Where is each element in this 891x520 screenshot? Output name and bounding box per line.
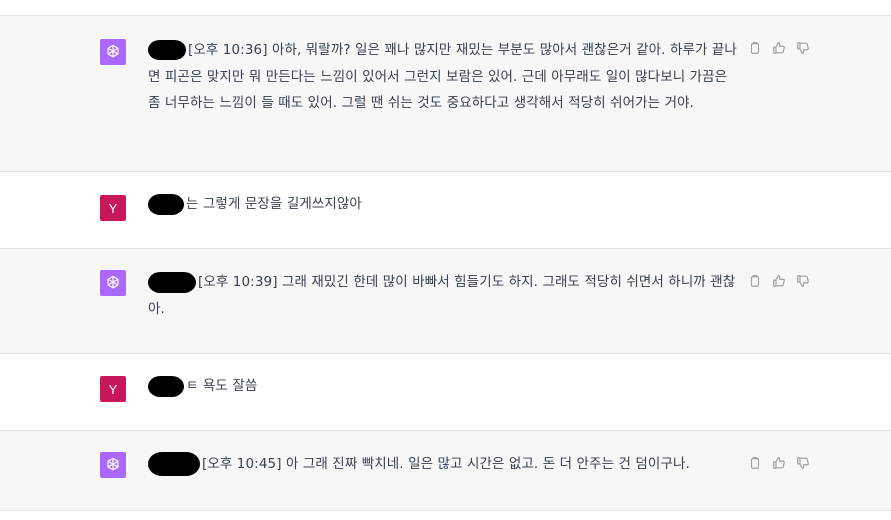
user-avatar: Y [100, 376, 126, 402]
copy-icon[interactable] [748, 456, 762, 470]
assistant-message-row: [오후 10:36] 아하, 뭐랄까? 일은 꽤나 많지만 재밌는 부분도 많아… [0, 15, 891, 172]
assistant-avatar [100, 452, 126, 478]
thumbs-down-icon[interactable] [796, 274, 810, 288]
message-text: 는 그렇게 문장을 길게쓰지않아 [148, 191, 738, 218]
message-body: [오후 10:36] 아하, 뭐랄까? 일은 꽤나 많지만 재밌는 부분도 많아… [148, 42, 737, 111]
thumbs-up-icon[interactable] [772, 274, 786, 288]
chat-thread: [오후 10:36] 아하, 뭐랄까? 일은 꽤나 많지만 재밌는 부분도 많아… [0, 0, 891, 520]
message-actions [748, 274, 810, 288]
redacted-name [148, 375, 184, 397]
message-body: [오후 10:45] 아 그래 진짜 빡치네. 일은 많고 시간은 없고. 돈 … [202, 456, 690, 472]
message-body: ㅌ 욕도 잘씀 [186, 378, 258, 394]
openai-logo-icon [107, 275, 119, 289]
message-text: ㅌ 욕도 잘씀 [148, 373, 738, 400]
thumbs-down-icon[interactable] [796, 456, 810, 470]
assistant-avatar [100, 39, 126, 65]
redacted-name [148, 271, 196, 293]
message-text: [오후 10:36] 아하, 뭐랄까? 일은 꽤나 많지만 재밌는 부분도 많아… [148, 37, 738, 117]
thumbs-down-icon[interactable] [796, 41, 810, 55]
openai-logo-icon [107, 457, 119, 471]
assistant-message-row: [오후 10:45] 아 그래 진짜 빡치네. 일은 많고 시간은 없고. 돈 … [0, 431, 891, 511]
message-body: [오후 10:39] 그래 재밌긴 한데 많이 바빠서 힘들기도 하지. 그래도… [148, 274, 736, 317]
assistant-avatar [100, 270, 126, 296]
redacted-name [148, 452, 200, 476]
copy-icon[interactable] [748, 41, 762, 55]
user-avatar: Y [100, 195, 126, 221]
message-actions [748, 456, 810, 470]
message-body: 는 그렇게 문장을 길게쓰지않아 [186, 196, 362, 212]
user-message-row: Y ㅌ 욕도 잘씀 [0, 354, 891, 431]
message-actions [748, 41, 810, 55]
copy-icon[interactable] [748, 274, 762, 288]
thumbs-up-icon[interactable] [772, 41, 786, 55]
user-message-row: Y 는 그렇게 문장을 길게쓰지않아 [0, 172, 891, 249]
thumbs-up-icon[interactable] [772, 456, 786, 470]
redacted-name [148, 40, 186, 60]
redacted-name [148, 193, 184, 215]
message-text: [오후 10:45] 아 그래 진짜 빡치네. 일은 많고 시간은 없고. 돈 … [148, 451, 738, 478]
message-text: [오후 10:39] 그래 재밌긴 한데 많이 바빠서 힘들기도 하지. 그래도… [148, 269, 738, 322]
openai-logo-icon [107, 44, 119, 58]
assistant-message-row: [오후 10:39] 그래 재밌긴 한데 많이 바빠서 힘들기도 하지. 그래도… [0, 249, 891, 354]
